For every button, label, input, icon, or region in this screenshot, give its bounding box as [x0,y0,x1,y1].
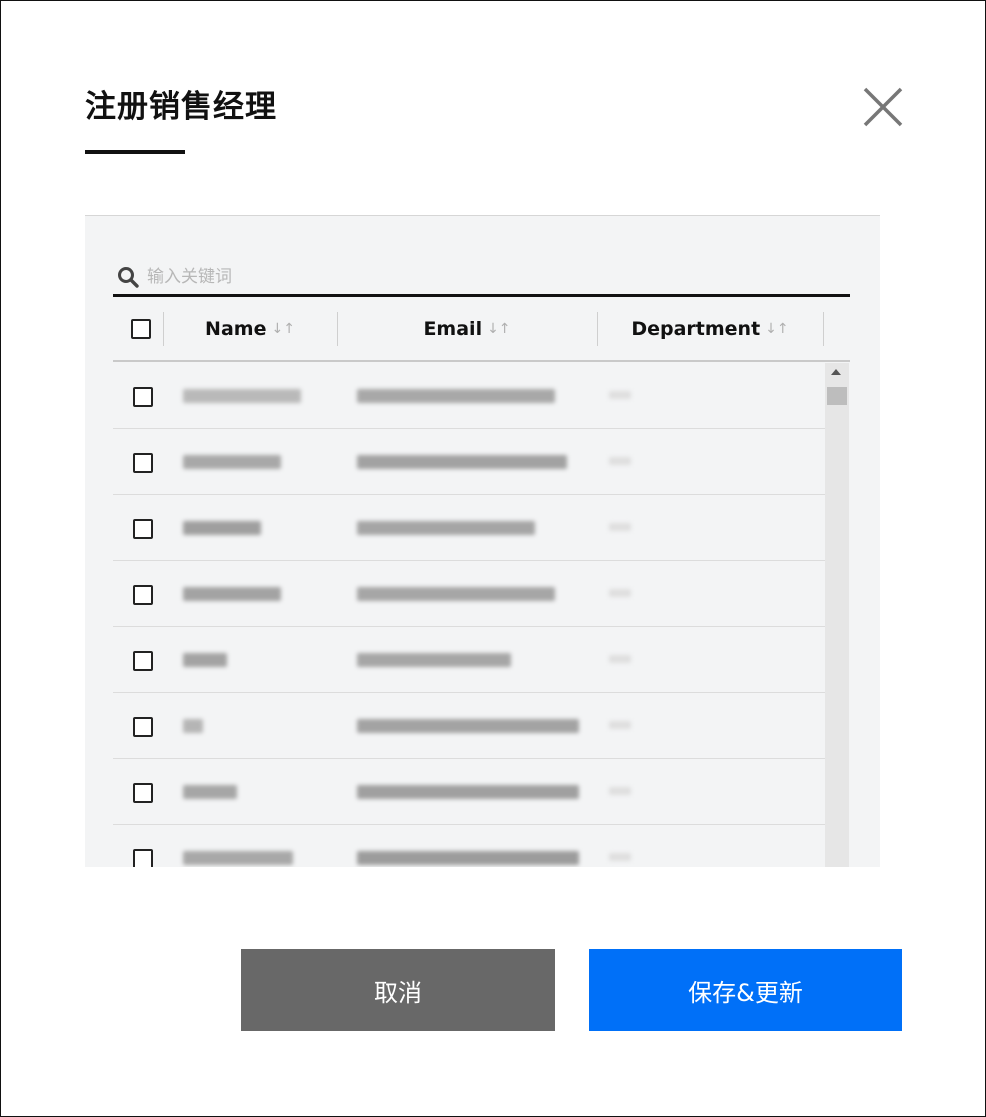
table-row[interactable] [113,363,825,429]
search-icon [118,267,139,288]
table-row[interactable] [113,561,825,627]
search-bar [113,260,850,297]
scroll-up-arrow-icon[interactable] [831,369,841,375]
register-sales-manager-dialog: 注册销售经理 Name ↓↑ Email ↓↑ [0,0,986,1117]
row-department-redacted [609,391,631,399]
row-checkbox[interactable] [133,651,153,671]
row-name-redacted [183,719,203,733]
row-department-redacted [609,853,631,861]
column-header-email[interactable]: Email ↓↑ [337,310,597,348]
row-email-redacted [357,653,511,667]
row-department-redacted [609,589,631,597]
row-email-redacted [357,785,579,799]
row-department-redacted [609,655,631,663]
close-button[interactable] [859,83,907,131]
row-checkbox[interactable] [133,519,153,539]
row-email-redacted [357,851,579,865]
sort-arrows-icon[interactable]: ↓↑ [487,321,510,337]
row-checkbox[interactable] [133,783,153,803]
row-email-redacted [357,455,567,469]
table-scrollbar[interactable] [825,363,849,867]
row-name-redacted [183,785,237,799]
row-checkbox[interactable] [133,585,153,605]
table-body [113,363,825,867]
column-header-name-label: Name [205,318,267,340]
row-name-redacted [183,521,261,535]
row-checkbox[interactable] [133,387,153,407]
row-department-redacted [609,523,631,531]
column-divider [823,312,824,346]
row-department-redacted [609,787,631,795]
row-department-redacted [609,457,631,465]
scrollbar-thumb[interactable] [827,387,847,405]
cancel-button[interactable]: 取消 [241,949,555,1031]
row-email-redacted [357,521,535,535]
row-email-redacted [357,587,555,601]
table-row[interactable] [113,693,825,759]
column-header-email-label: Email [423,318,483,340]
table-header: Name ↓↑ Email ↓↑ Department ↓↑ [113,310,850,362]
dialog-title: 注册销售经理 [85,89,277,125]
sort-arrows-icon[interactable]: ↓↑ [271,321,294,337]
row-checkbox[interactable] [133,453,153,473]
table-row[interactable] [113,759,825,825]
search-input[interactable] [147,267,747,287]
row-department-redacted [609,721,631,729]
row-name-redacted [183,389,301,403]
table-row[interactable] [113,825,825,867]
save-update-button[interactable]: 保存&更新 [589,949,902,1031]
column-header-name[interactable]: Name ↓↑ [163,310,337,348]
table-row[interactable] [113,627,825,693]
row-name-redacted [183,851,293,865]
row-email-redacted [357,389,555,403]
column-header-department-label: Department [631,318,761,340]
manager-picker-panel: Name ↓↑ Email ↓↑ Department ↓↑ [85,215,880,867]
title-underline [85,150,185,154]
row-checkbox[interactable] [133,717,153,737]
row-name-redacted [183,455,281,469]
table-row[interactable] [113,429,825,495]
close-icon [863,87,903,127]
column-header-department[interactable]: Department ↓↑ [597,310,823,348]
table-row[interactable] [113,495,825,561]
row-email-redacted [357,719,579,733]
select-all-checkbox[interactable] [131,319,151,339]
row-checkbox[interactable] [133,849,153,867]
row-name-redacted [183,587,281,601]
row-name-redacted [183,653,227,667]
sort-arrows-icon[interactable]: ↓↑ [765,321,788,337]
